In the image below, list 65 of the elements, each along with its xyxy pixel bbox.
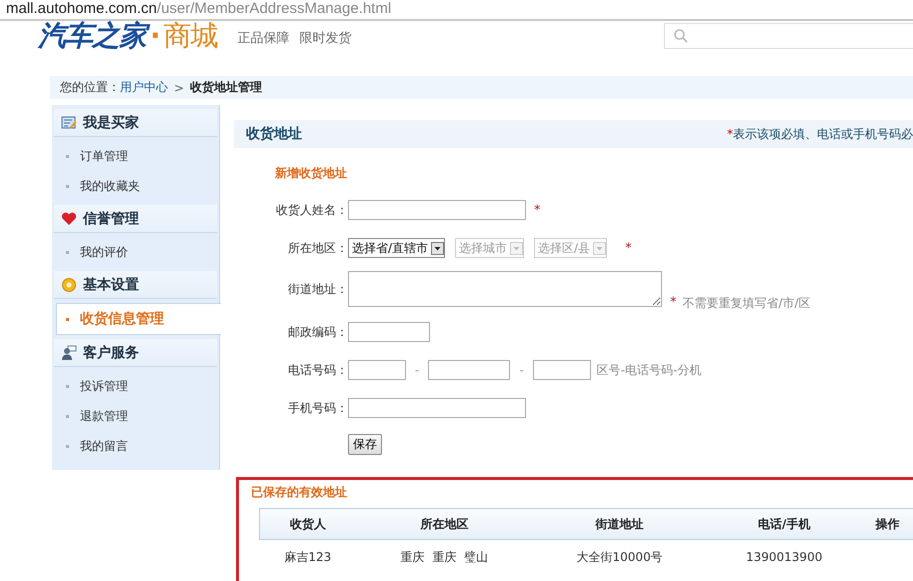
caret-icon xyxy=(431,242,444,254)
slogan: 限时发货 xyxy=(300,30,352,47)
search-icon xyxy=(673,28,689,44)
caret-icon xyxy=(510,242,524,254)
input-field[interactable] xyxy=(428,360,510,380)
sidebar-section-title: 信誉管理 xyxy=(83,210,139,228)
sidebar-item[interactable]: 我的留言 xyxy=(52,431,219,461)
sidebar-section-title: 基本设置 xyxy=(83,276,139,294)
column-header: 所在地区 xyxy=(356,508,532,540)
input-field[interactable] xyxy=(348,360,406,380)
sidebar-section-header[interactable]: 客户服务 xyxy=(54,339,217,367)
breadcrumb-separator: > xyxy=(174,80,184,94)
sidebar-section-title: 我是买家 xyxy=(83,114,139,132)
save-button[interactable]: 保存 xyxy=(348,434,382,454)
sidebar-section-header[interactable]: 我是买家 xyxy=(54,109,217,137)
caret-icon xyxy=(593,242,606,254)
sidebar-item[interactable]: 我的评价 xyxy=(52,237,219,267)
search-field[interactable] xyxy=(664,23,913,49)
gear-icon xyxy=(61,276,77,292)
sidebar-section-header[interactable]: 信誉管理 xyxy=(54,205,217,233)
field-label: 收货人姓名： xyxy=(275,202,348,218)
table-cell: 重庆 重庆 璧山 xyxy=(356,540,532,574)
input-field[interactable] xyxy=(348,322,430,342)
table-cell: 大全街10000号 xyxy=(532,540,707,574)
breadcrumb-link[interactable]: 用户中心 xyxy=(120,79,168,96)
address-bar[interactable]: mall.autohome.com.cn/user/MemberAddressManage.html xyxy=(0,0,913,21)
breadcrumb-label: 您的位置： xyxy=(60,79,120,96)
panel-title: 已保存的有效地址 xyxy=(251,484,348,501)
required-mark: * xyxy=(670,295,676,310)
required-mark: * xyxy=(625,240,632,256)
required-note: *表示该项必填、电话或手机号码必 xyxy=(727,126,913,142)
field-hint: 不需要重复填写省/市/区 xyxy=(682,295,811,312)
form-icon xyxy=(61,116,77,130)
dash: - xyxy=(519,363,524,377)
input-field[interactable] xyxy=(532,360,591,380)
input-field[interactable] xyxy=(348,398,526,418)
user-icon xyxy=(61,344,77,360)
column-header: 操作 xyxy=(862,508,913,540)
column-header: 电话/手机 xyxy=(706,508,862,540)
required-mark: * xyxy=(534,202,540,218)
form-title: 新增收货地址 xyxy=(275,165,348,182)
sidebar-item[interactable]: 我的收藏夹 xyxy=(52,171,219,201)
section-title: 收货地址 xyxy=(246,125,302,143)
breadcrumb-current: 收货地址管理 xyxy=(190,79,262,96)
column-header: 街道地址 xyxy=(532,508,707,540)
heart-icon xyxy=(61,212,77,226)
column-header: 收货人 xyxy=(260,508,356,540)
field-label: 邮政编码： xyxy=(287,324,348,340)
slogan: 正品保障 xyxy=(238,30,290,47)
field-label: 所在地区： xyxy=(287,240,348,256)
dash: - xyxy=(415,363,420,377)
field-hint: 区号-电话号码-分机 xyxy=(596,362,702,378)
field-label: 街道地址： xyxy=(287,281,348,298)
sidebar-section-header[interactable]: 基本设置 xyxy=(54,271,217,299)
dropdown[interactable]: 选择省/直辖市 xyxy=(348,238,446,258)
sidebar-item[interactable]: 投诉管理 xyxy=(52,371,219,401)
sidebar-item[interactable]: 退款管理 xyxy=(52,401,219,431)
address-textarea[interactable] xyxy=(348,271,662,307)
input-field[interactable] xyxy=(348,200,526,220)
field-label: 手机号码： xyxy=(287,400,348,416)
table-cell: 麻吉123 xyxy=(260,540,356,574)
field-label: 电话号码： xyxy=(287,362,348,378)
table-cell: 1390013900 xyxy=(706,540,862,574)
sidebar-section-title: 客户服务 xyxy=(83,344,139,362)
sidebar-item[interactable]: 订单管理 xyxy=(52,141,219,171)
